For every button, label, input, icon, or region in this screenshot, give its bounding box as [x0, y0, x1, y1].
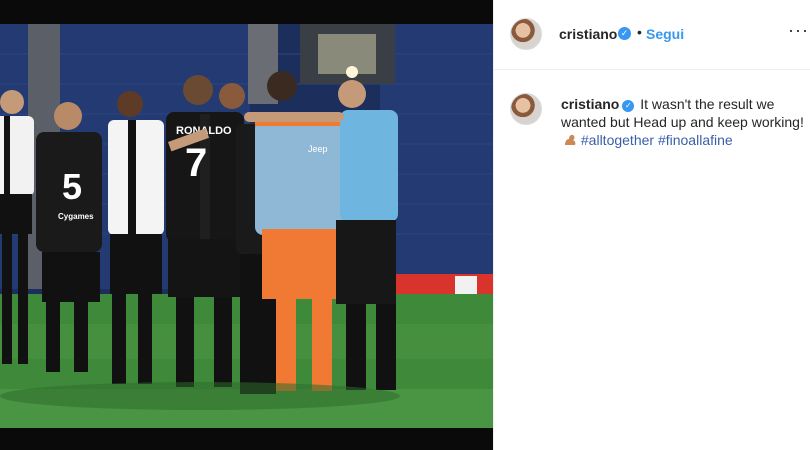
- post-side-panel: cristiano ✓ • Segui ··· cristiano ✓ It wa…: [493, 0, 810, 450]
- sponsor-text: Cygames: [58, 212, 94, 221]
- jersey-number-5: 5: [62, 166, 82, 207]
- caption-avatar[interactable]: [510, 93, 542, 125]
- caption-text: cristiano ✓ It wasn't the result we wante…: [561, 95, 806, 149]
- hashtag-alltogether[interactable]: #alltogether: [581, 132, 654, 148]
- vest-text: Jeep: [308, 144, 328, 154]
- post-photo[interactable]: 5 Cygames 7 Jeep: [0, 24, 493, 428]
- jersey-number-7: 7: [185, 141, 207, 185]
- post-media: 5 Cygames 7 Jeep: [0, 0, 493, 450]
- post-caption: cristiano ✓ It wasn't the result we wante…: [494, 0, 810, 450]
- flexed-biceps-icon: [565, 134, 576, 145]
- verified-badge-icon: ✓: [622, 100, 635, 112]
- caption-username[interactable]: cristiano: [561, 96, 619, 112]
- hashtag-finoallafine[interactable]: #finoallafine: [658, 132, 733, 148]
- instagram-post: 5 Cygames 7 Jeep cristiano ✓ • Segui ···…: [0, 0, 810, 450]
